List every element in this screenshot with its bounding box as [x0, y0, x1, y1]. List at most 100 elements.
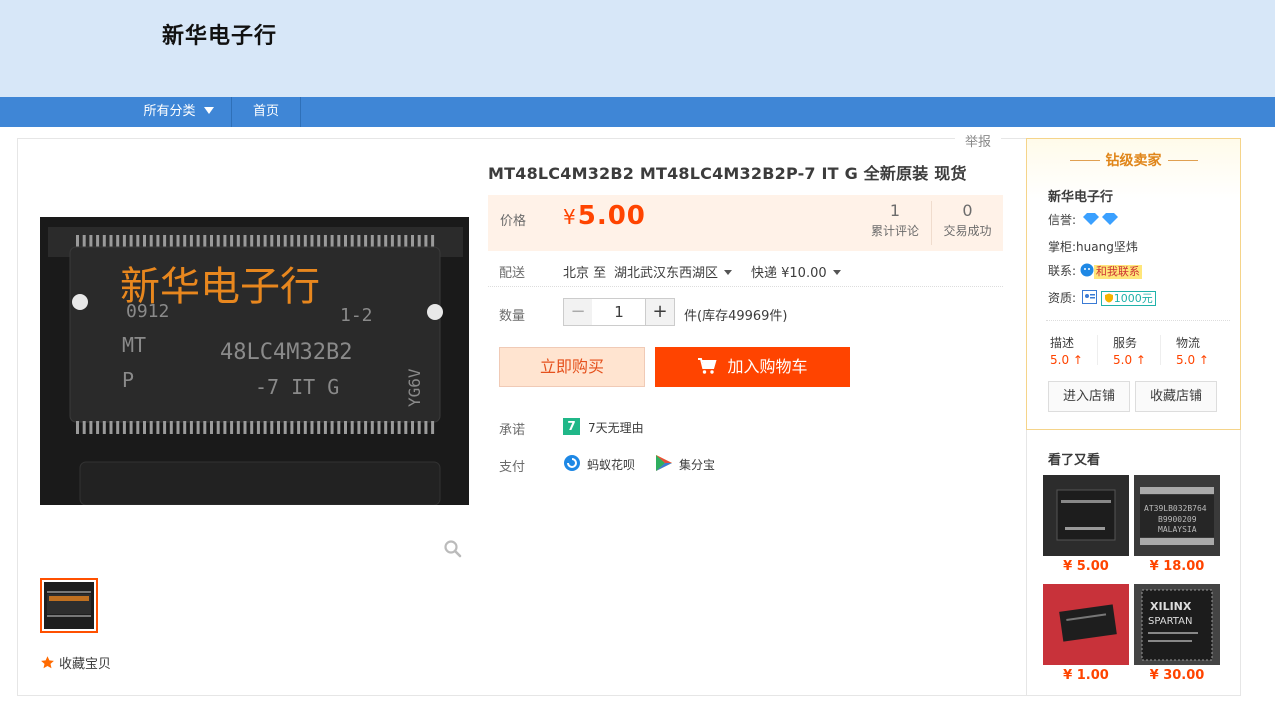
caret-down-icon: [724, 270, 733, 275]
keeper-name[interactable]: huang坚炜: [1076, 240, 1138, 254]
arrow-up-icon: ↑: [1198, 353, 1209, 367]
chip-text: 0912: [126, 301, 169, 322]
score-label: 物流: [1176, 336, 1201, 350]
quantity-label: 数量: [499, 309, 526, 324]
payment-label: 支付: [499, 460, 526, 475]
promise-text[interactable]: 7天无理由: [588, 419, 644, 436]
enter-shop-button[interactable]: 进入店铺: [1048, 381, 1130, 412]
stat-label: 累计评论: [870, 224, 919, 238]
chip-text: P: [122, 368, 134, 392]
diamond-icon[interactable]: [1082, 212, 1120, 226]
recommend-item-price[interactable]: ¥ 30.00: [1134, 668, 1220, 683]
chip-text: YG6V: [405, 368, 424, 407]
recommend-item-image[interactable]: AT39LB032B764 B9900209 MALAYSIA: [1134, 475, 1220, 556]
recommend-item-price[interactable]: ¥ 5.00: [1043, 559, 1129, 574]
chip-text: 48LC4M32B2: [220, 340, 352, 365]
recommend-item-image[interactable]: [1043, 475, 1129, 556]
price-value: ¥5.00: [563, 201, 646, 231]
recommend-item-price[interactable]: ¥ 1.00: [1043, 668, 1129, 683]
cart-icon: [698, 358, 718, 374]
qualification-label: 资质:: [1048, 291, 1077, 305]
recommend-item-image[interactable]: [1043, 584, 1129, 665]
quantity-decrease-button[interactable]: −: [563, 298, 593, 326]
add-to-cart-button[interactable]: 加入购物车: [655, 347, 850, 387]
chip-text: B9900209: [1158, 515, 1197, 524]
caret-down-icon: [203, 107, 214, 114]
shipping-method-select[interactable]: 快递 ¥10.00: [751, 262, 841, 281]
shipping-from: 北京 至: [563, 266, 607, 281]
thumbnail-image: [44, 582, 94, 629]
currency-symbol: ¥: [563, 205, 576, 229]
shop-header: 新华电子行: [0, 0, 1275, 97]
chip-text: 1-2: [340, 305, 373, 326]
chip-text: MT: [122, 333, 146, 357]
add-to-cart-label: 加入购物车: [727, 357, 808, 376]
promise-label: 承诺: [499, 423, 526, 438]
stat-value: 1: [889, 201, 901, 220]
product-thumbnail[interactable]: [40, 578, 98, 633]
stat-value: 0: [962, 201, 973, 220]
divider: [1046, 320, 1230, 321]
price-label: 价格: [500, 214, 527, 229]
divider: [1097, 335, 1098, 365]
chip-photo: 新华电子行 0912 1-2 MT 48LC4M32B2 P -7 IT G Y…: [40, 217, 469, 505]
shipping-label: 配送: [499, 266, 526, 281]
shop-name[interactable]: 新华电子行: [162, 18, 277, 50]
keeper-row: 掌柜:huang坚炜: [1048, 238, 1138, 255]
score-value: 5.0 ↑: [1050, 353, 1083, 367]
product-main-image[interactable]: 新华电子行 0912 1-2 MT 48LC4M32B2 P -7 IT G Y…: [40, 217, 469, 505]
deposit-badge[interactable]: 1000元: [1100, 291, 1156, 306]
shipping-destination-select[interactable]: 湖北武汉东西湖区: [614, 262, 733, 281]
seller-level-text: 钻级卖家: [1105, 153, 1162, 169]
nav-all-categories[interactable]: 所有分类: [126, 97, 232, 127]
favorite-shop-button[interactable]: 收藏店铺: [1135, 381, 1217, 412]
star-icon: [41, 656, 54, 669]
shipping-destination: 湖北武汉东西湖区: [614, 266, 719, 281]
contact-row: 联系: 和我联系: [1048, 262, 1142, 279]
recommend-title: 看了又看: [1048, 453, 1101, 468]
product-title: MT48LC4M32B2 MT48LC4M32B2P-7 IT G 全新原装 现…: [488, 164, 967, 183]
stat-label: 交易成功: [943, 224, 992, 238]
qualification-row: 资质: 1000元: [1048, 289, 1156, 306]
arrow-up-icon: ↑: [1072, 353, 1083, 367]
divider: [1167, 160, 1198, 161]
zoom-icon[interactable]: [443, 539, 463, 559]
price-number: 5.00: [577, 201, 646, 231]
deposit-amount: 1000元: [1113, 292, 1153, 305]
quantity-input[interactable]: 1: [592, 298, 646, 326]
shield-icon: [1104, 293, 1113, 303]
shipping-method: 快递 ¥10.00: [751, 266, 827, 281]
nav-home[interactable]: 首页: [232, 97, 301, 127]
shop-navbar: 所有分类 首页: [0, 97, 1275, 127]
reputation-row: 信誉:: [1048, 211, 1120, 228]
price-panel: 价格 ¥5.00 1 累计评论 0 交易成功: [488, 195, 1003, 251]
quantity-increase-button[interactable]: +: [645, 298, 675, 326]
payment-huabei[interactable]: 蚂蚁花呗: [587, 456, 635, 473]
stock-info: 件(库存49969件): [684, 309, 788, 324]
keeper-label: 掌柜:: [1048, 240, 1077, 254]
score-logistics: 物流 5.0 ↑: [1176, 334, 1209, 367]
buy-now-button[interactable]: 立即购买: [499, 347, 645, 387]
seller-name[interactable]: 新华电子行: [1048, 186, 1113, 205]
score-value: 5.0 ↑: [1113, 353, 1146, 367]
score-description: 描述 5.0 ↑: [1050, 334, 1083, 367]
huabei-icon: [564, 455, 580, 471]
favorite-item-button[interactable]: 收藏宝贝: [40, 655, 112, 672]
score-service: 服务 5.0 ↑: [1113, 334, 1146, 367]
report-link[interactable]: 举报: [955, 131, 1001, 150]
chip-text: AT39LB032B764: [1144, 504, 1207, 513]
nav-all-categories-label: 所有分类: [143, 104, 196, 119]
score-label: 服务: [1113, 336, 1138, 350]
contact-seller-button[interactable]: 和我联系: [1093, 265, 1142, 279]
payment-jifenbao[interactable]: 集分宝: [679, 456, 715, 473]
score-value: 5.0 ↑: [1176, 353, 1209, 367]
seller-level-title: 钻级卖家: [1026, 150, 1241, 170]
caret-down-icon: [832, 270, 841, 275]
chip-text: -7 IT G: [255, 375, 339, 399]
favorite-item-label: 收藏宝贝: [59, 657, 112, 672]
recommend-item-image[interactable]: XILINX SPARTAN: [1134, 584, 1220, 665]
reputation-label: 信誉:: [1048, 213, 1077, 227]
id-card-icon[interactable]: [1081, 290, 1097, 304]
stat-reviews[interactable]: 1 累计评论: [860, 201, 930, 239]
recommend-item-price[interactable]: ¥ 18.00: [1134, 559, 1220, 574]
